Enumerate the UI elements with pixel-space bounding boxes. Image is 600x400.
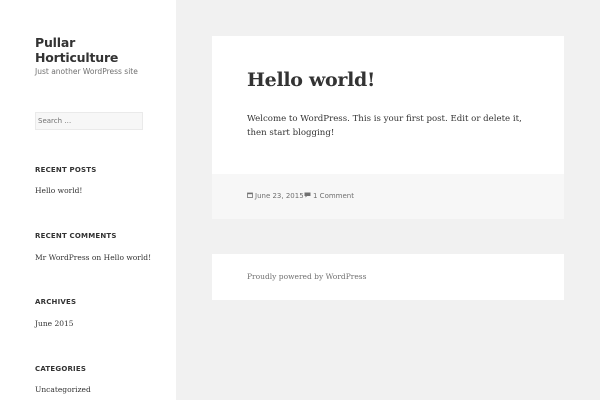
categories-title: CATEGORIES (35, 365, 87, 373)
recent-post-link[interactable]: Hello world! (35, 186, 82, 195)
post-content: Welcome to WordPress. This is your first… (247, 114, 522, 138)
comment-connector: on (91, 253, 102, 262)
site-description: Just another WordPress site (35, 67, 138, 76)
site-footer: Proudly powered by WordPress (212, 254, 564, 300)
archive-link[interactable]: June 2015 (35, 319, 74, 328)
comment-author-link[interactable]: Mr WordPress (35, 253, 90, 262)
post-meta-footer: June 23, 2015 1 Comment (212, 174, 564, 219)
archives-title: ARCHIVES (35, 298, 77, 306)
recent-posts-title: RECENT POSTS (35, 166, 97, 174)
post-date-text[interactable]: June 23, 2015 (255, 192, 304, 200)
powered-by-link[interactable]: Proudly powered by WordPress (247, 272, 366, 281)
calendar-icon (247, 192, 253, 200)
search-input[interactable]: Search … (35, 112, 143, 130)
category-link[interactable]: Uncategorized (35, 385, 91, 394)
post-card: Hello world! Welcome to WordPress. This … (212, 36, 564, 219)
site-title[interactable]: Pullar Horticulture (35, 35, 145, 65)
comment-post-link[interactable]: Hello world! (104, 253, 151, 262)
sidebar: Pullar Horticulture Just another WordPre… (0, 0, 176, 400)
comment-icon (304, 192, 311, 200)
post-date[interactable]: June 23, 2015 (247, 192, 304, 200)
post-comments[interactable]: 1 Comment (304, 192, 354, 200)
post-comments-text[interactable]: 1 Comment (313, 192, 354, 200)
post-title[interactable]: Hello world! (247, 69, 375, 91)
recent-comments-title: RECENT COMMENTS (35, 232, 117, 240)
recent-comment-item: Mr WordPress on Hello world! (35, 253, 151, 262)
